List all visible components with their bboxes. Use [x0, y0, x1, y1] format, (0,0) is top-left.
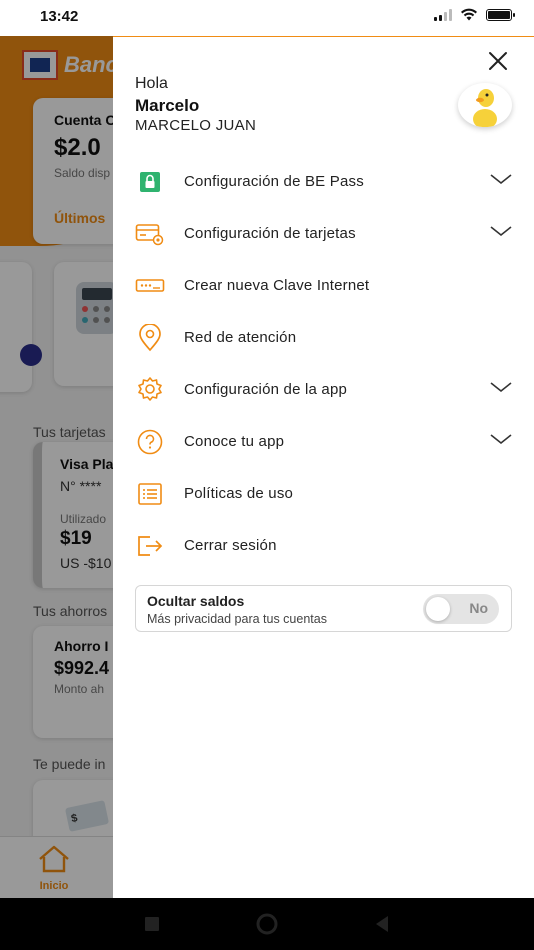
menu-item-be-pass[interactable]: Configuración de BE Pass: [113, 157, 534, 209]
chevron-down-icon: [490, 226, 512, 237]
hide-balances-title: Ocultar saldos: [147, 593, 245, 609]
system-navigation-bar: [0, 898, 534, 950]
menu-item-app-settings[interactable]: Configuración de la app: [113, 365, 534, 417]
lock-icon: [135, 169, 165, 195]
back-button[interactable]: [370, 912, 394, 936]
menu-item-new-password[interactable]: Crear nueva Clave Internet: [113, 261, 534, 313]
user-full-name: MARCELO JUAN: [135, 117, 257, 134]
card-settings-icon: [135, 221, 165, 247]
wifi-icon: [461, 8, 477, 21]
chevron-down-icon: [490, 382, 512, 393]
circle-icon: [256, 913, 278, 935]
hide-balances-toggle[interactable]: No: [423, 594, 499, 624]
menu-item-label: Configuración de BE Pass: [184, 173, 364, 190]
avatar[interactable]: [458, 83, 512, 127]
close-icon[interactable]: [486, 49, 510, 73]
drawer-header: Hola Marcelo MARCELO JUAN: [113, 37, 534, 150]
hide-balances-card: Ocultar saldos Más privacidad para tus c…: [135, 585, 512, 632]
menu-item-label: Configuración de tarjetas: [184, 225, 356, 242]
status-icons: [434, 8, 515, 21]
signal-icon: [434, 8, 452, 21]
password-icon: [135, 273, 165, 299]
menu-item-label: Red de atención: [184, 329, 297, 346]
user-first-name: Marcelo: [135, 96, 200, 115]
menu-item-label: Cerrar sesión: [184, 537, 277, 554]
chevron-down-icon: [490, 174, 512, 185]
duck-avatar-icon: [473, 89, 497, 127]
recents-button[interactable]: [140, 912, 164, 936]
menu-item-know-your-app[interactable]: Conoce tu app: [113, 417, 534, 469]
menu-item-logout[interactable]: Cerrar sesión: [113, 521, 534, 573]
status-bar: 13:42: [0, 0, 534, 36]
menu-item-label: Conoce tu app: [184, 433, 285, 450]
menu-item-label: Crear nueva Clave Internet: [184, 277, 370, 294]
home-button[interactable]: [255, 912, 279, 936]
battery-icon: [486, 8, 515, 21]
toggle-knob: [426, 597, 450, 621]
menu-item-label: Configuración de la app: [184, 381, 348, 398]
menu-item-card-settings[interactable]: Configuración de tarjetas: [113, 209, 534, 261]
location-pin-icon: [135, 324, 165, 352]
menu-item-usage-policies[interactable]: Políticas de uso: [113, 469, 534, 521]
back-triangle-icon: [376, 916, 388, 932]
chevron-down-icon: [490, 434, 512, 445]
greeting-text: Hola: [135, 75, 168, 92]
menu-item-service-network[interactable]: Red de atención: [113, 313, 534, 365]
gear-icon: [135, 377, 165, 403]
side-drawer: Hola Marcelo MARCELO JUAN Configuración …: [113, 36, 534, 899]
square-icon: [145, 917, 159, 931]
logout-icon: [135, 533, 165, 559]
help-icon: [135, 429, 165, 455]
toggle-state-text: No: [469, 600, 488, 616]
status-time: 13:42: [40, 8, 79, 25]
menu-item-label: Políticas de uso: [184, 485, 294, 502]
hide-balances-subtitle: Más privacidad para tus cuentas: [147, 612, 327, 626]
list-icon: [135, 481, 165, 507]
